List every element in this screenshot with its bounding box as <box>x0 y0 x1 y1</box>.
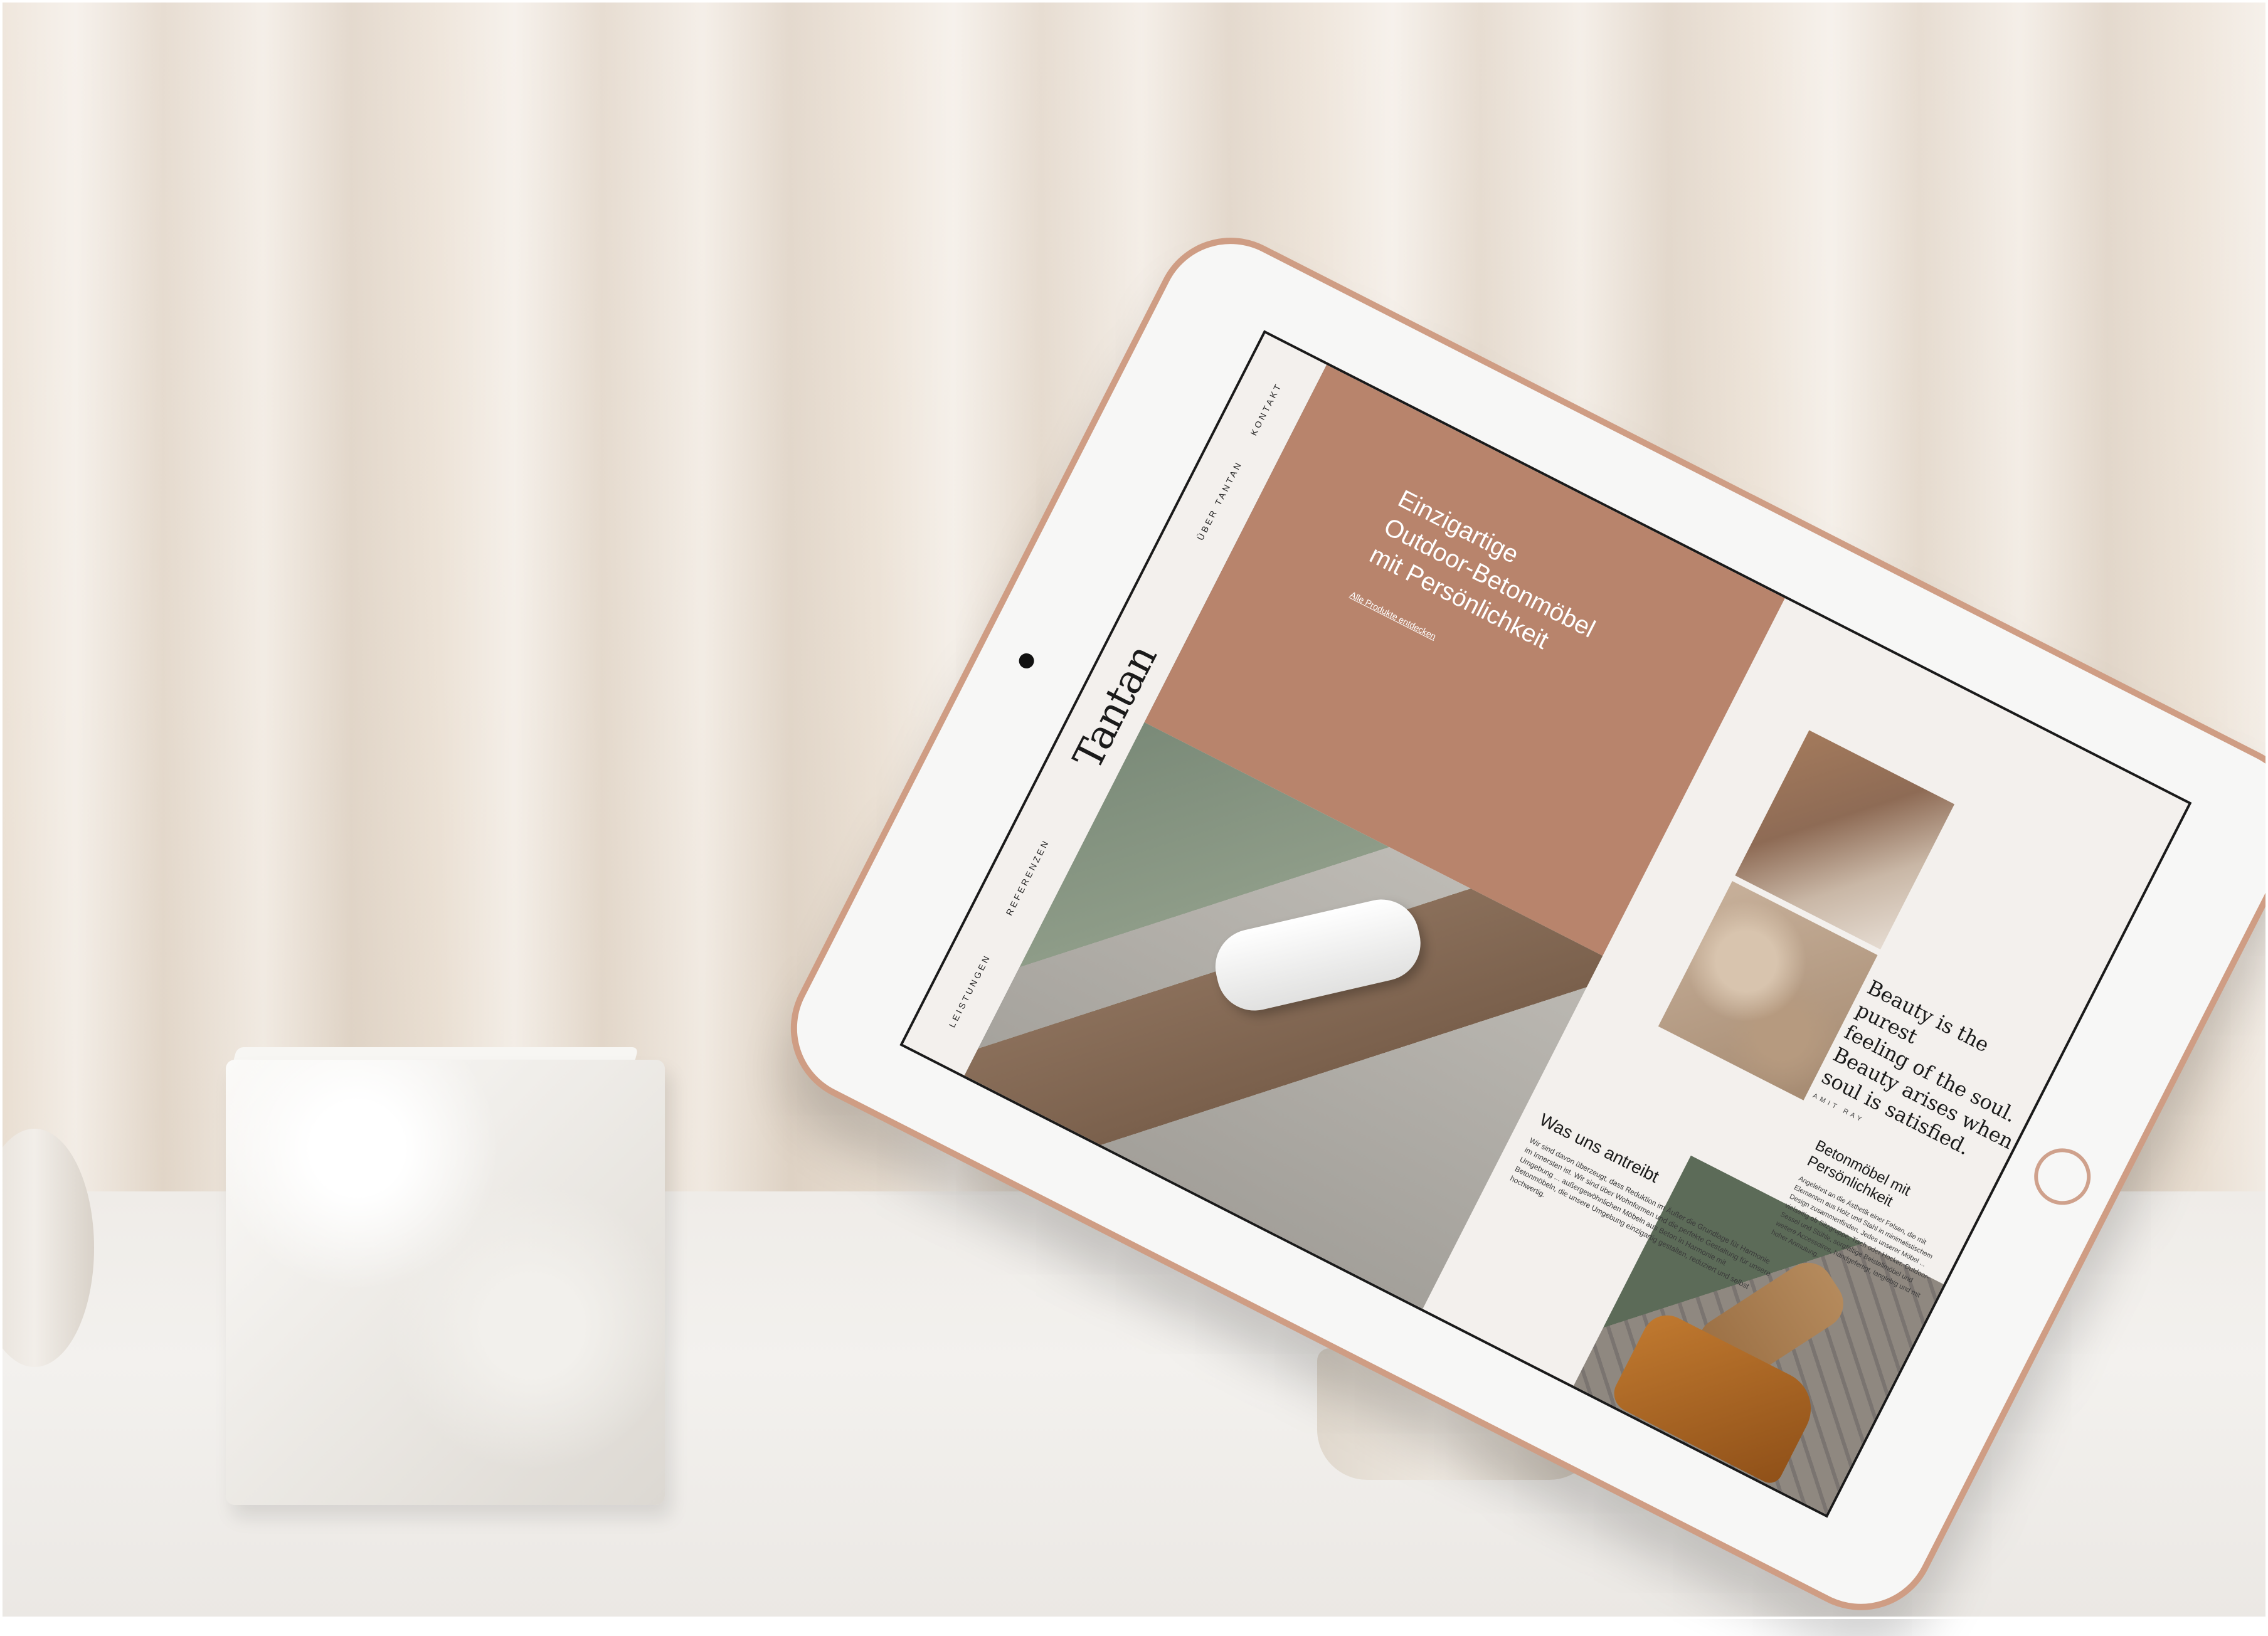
home-button-icon[interactable] <box>2024 1138 2101 1215</box>
decor-plaster-cube <box>226 1060 665 1505</box>
nav-kontakt[interactable]: KONTAKT <box>1248 381 1284 437</box>
hero-title: Einzigartige Outdoor-Betonmöbel mit Pers… <box>1364 483 1641 687</box>
nav-leistungen[interactable]: LEISTUNGEN <box>947 952 993 1029</box>
nav-referenzen[interactable]: REFERENZEN <box>1004 837 1051 917</box>
camera-icon <box>1016 650 1037 672</box>
nav-ueber-tantan[interactable]: ÜBER TANTAN <box>1195 459 1244 542</box>
quote-block: Beauty is the purest feeling of the soul… <box>1818 974 2053 1177</box>
